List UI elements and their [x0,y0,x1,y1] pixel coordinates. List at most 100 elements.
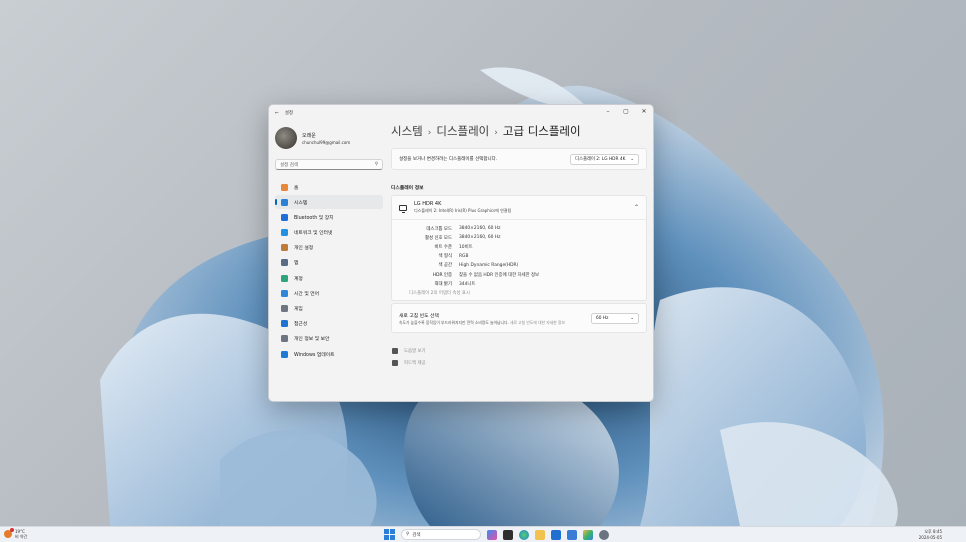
weather-widget[interactable]: 19°C 비 약간 [4,528,28,539]
sidebar-item-label: Bluetooth 및 장치 [294,215,334,221]
file-explorer-icon[interactable] [535,529,545,540]
breadcrumb-system[interactable]: 시스템 [391,123,423,139]
info-row-value: RGB [459,253,469,259]
info-row: HDR 인증 찾을 수 없음 HDR 인증에 대한 자세한 정보 [392,270,646,279]
sidebar-item-5[interactable]: 앱 [275,256,383,270]
refresh-rate-title: 새로 고침 빈도 선택 [399,313,439,319]
user-profile[interactable]: 오래운 chunchul99@gmail.com [273,123,385,159]
sidebar-item-label: 계정 [294,276,303,282]
sidebar-item-label: 게임 [294,307,303,312]
sidebar: 오래운 chunchul99@gmail.com 설정 검색 ⚲ 홈시스템 Blu… [273,123,385,362]
chevron-up-icon[interactable]: ⌃ [634,204,639,211]
edge-icon[interactable] [519,529,529,540]
info-row-key: 색 형식 [438,254,452,260]
maximize-icon[interactable]: ▢ [617,105,635,117]
clock-date: 2024-05-05 [918,534,942,540]
breadcrumb-separator-icon: › [494,128,498,138]
display-info-body: 데스크톱 모드 3840×2160, 60 Hz 활성 신호 모드 3840×2160… [392,220,646,300]
main-content: 시스템 › 디스플레이 › 고급 디스플레이 설정을 보거나 변경하려는 디스플… [391,123,647,369]
sidebar-item-label: 앱 [294,261,299,267]
photos-icon[interactable] [583,529,593,540]
info-row: 색 공간 High Dynamic Range(HDR) [392,261,646,270]
info-row: 활성 신호 모드 3840×2160, 60 Hz [392,233,646,242]
sidebar-item-3[interactable]: 네트워크 및 인터넷 [275,226,383,240]
info-row: 데스크톱 모드 3840×2160, 60 Hz [392,224,646,233]
info-row: 최대 밝기 344니트 [392,279,646,288]
store-icon[interactable] [551,529,561,540]
accessibility-icon [281,320,288,328]
bluetooth-icon [281,213,288,221]
sidebar-item-11[interactable]: Windows 업데이트 [275,347,383,361]
account-icon [281,274,288,282]
system-icon [281,198,288,206]
sidebar-item-9[interactable]: 접근성 [275,317,383,331]
minimize-icon[interactable]: – [599,105,617,117]
info-row: 비트 수준 10비트 [392,242,646,251]
window-title: 설정 [284,111,294,116]
info-row-key: 활성 신호 모드 [424,235,452,241]
system-clock[interactable]: 오후 8:45 2024-05-05 [919,529,942,540]
copilot-icon[interactable] [487,529,497,540]
sidebar-item-0[interactable]: 홈 [275,180,383,194]
chevron-down-icon: ⌄ [630,315,634,321]
info-row-value: 3840×2160, 60 Hz [459,235,501,241]
sidebar-item-label: 접근성 [294,322,308,328]
weather-description: 비 약간 [15,534,28,539]
sidebar-item-4[interactable]: 개인 설정 [275,241,383,255]
display-selector-prompt: 설정을 보거나 변경하려는 디스플레이를 선택합니다. [399,157,498,162]
sidebar-item-1[interactable]: 시스템 [275,195,383,210]
get-help-link[interactable]: 도움말 보기 [392,345,647,357]
adapter-properties-link[interactable]: 디스플레이 2의 어댑터 속성 표시 [392,288,646,297]
sidebar-item-label: 네트워크 및 인터넷 [294,231,333,237]
settings-window: ← 설정 – ▢ ✕ 오래운 chunchul99@gmail.com 설정 검… [268,104,654,402]
info-row: 색 형식 RGB [392,252,646,261]
breadcrumb: 시스템 › 디스플레이 › 고급 디스플레이 [391,123,647,139]
sidebar-item-6[interactable]: 계정 [275,271,383,285]
globe-clock-icon [281,289,288,297]
info-row-key: HDR 인증 [432,272,452,278]
refresh-rate-dropdown[interactable]: 60 Hz ⌄ [591,312,639,324]
give-feedback-label: 피드백 제공 [404,361,426,367]
back-arrow-icon[interactable]: ← [275,111,279,116]
refresh-rate-card: 새로 고침 빈도 선택 속도가 높을수록 움직임이 부드러워지지만 전력 소비량… [391,303,647,334]
sidebar-item-2[interactable]: Bluetooth 및 장치 [275,210,383,224]
display-info-rows: 데스크톱 모드 3840×2160, 60 Hz 활성 신호 모드 3840×2160… [392,224,646,288]
close-icon[interactable]: ✕ [635,105,653,117]
task-view-icon[interactable] [503,529,513,540]
home-icon [281,183,288,191]
search-input[interactable]: 설정 검색 ⚲ [275,159,383,170]
get-help-label: 도움말 보기 [404,349,426,355]
weather-icon [4,528,14,538]
sidebar-item-label: Windows 업데이트 [294,352,335,358]
sidebar-item-10[interactable]: 개인 정보 및 보안 [275,332,383,346]
refresh-rate-value: 60 Hz [596,315,609,321]
refresh-rate-info-link[interactable]: 새로 고침 빈도에 대한 자세한 정보 [510,320,565,325]
update-icon [281,350,288,358]
title-bar: ← 설정 [269,105,653,121]
breadcrumb-separator-icon: › [427,128,432,138]
start-button[interactable] [384,529,395,540]
search-placeholder: 설정 검색 [280,162,298,168]
breadcrumb-display[interactable]: 디스플레이 [436,123,489,139]
info-row-value: 찾을 수 없음 HDR 인증에 대한 자세한 정보 [459,272,540,278]
display-info-header[interactable]: LG HDR 4K 디스플레이 2: Intel(R) Iris(R) Plus… [392,196,646,220]
taskbar-search[interactable]: ⚲ 검색 [401,529,481,540]
mail-icon[interactable] [567,529,577,540]
sidebar-item-label: 시간 및 언어 [294,291,320,297]
sidebar-item-label: 홈 [294,185,299,191]
settings-icon[interactable] [599,529,609,540]
help-icon [392,348,398,355]
sidebar-item-7[interactable]: 시간 및 언어 [275,286,383,300]
info-row-value: 10비트 [459,244,473,250]
network-icon [281,229,288,237]
give-feedback-link[interactable]: 피드백 제공 [392,357,647,369]
page-title: 고급 디스플레이 [502,124,581,138]
display-select-dropdown[interactable]: 디스플레이 2: LG HDR 4K ⌄ [570,153,639,165]
avatar [275,127,297,149]
refresh-rate-desc-text: 속도가 높을수록 움직임이 부드러워지지만 전력 소비량도 늘어납니다. [399,320,509,326]
sidebar-item-label: 시스템 [294,200,308,206]
window-controls: – ▢ ✕ [599,105,653,117]
gamepad-icon [281,305,288,312]
sidebar-item-8[interactable]: 게임 [275,302,383,316]
user-name: 오래운 [302,132,316,139]
